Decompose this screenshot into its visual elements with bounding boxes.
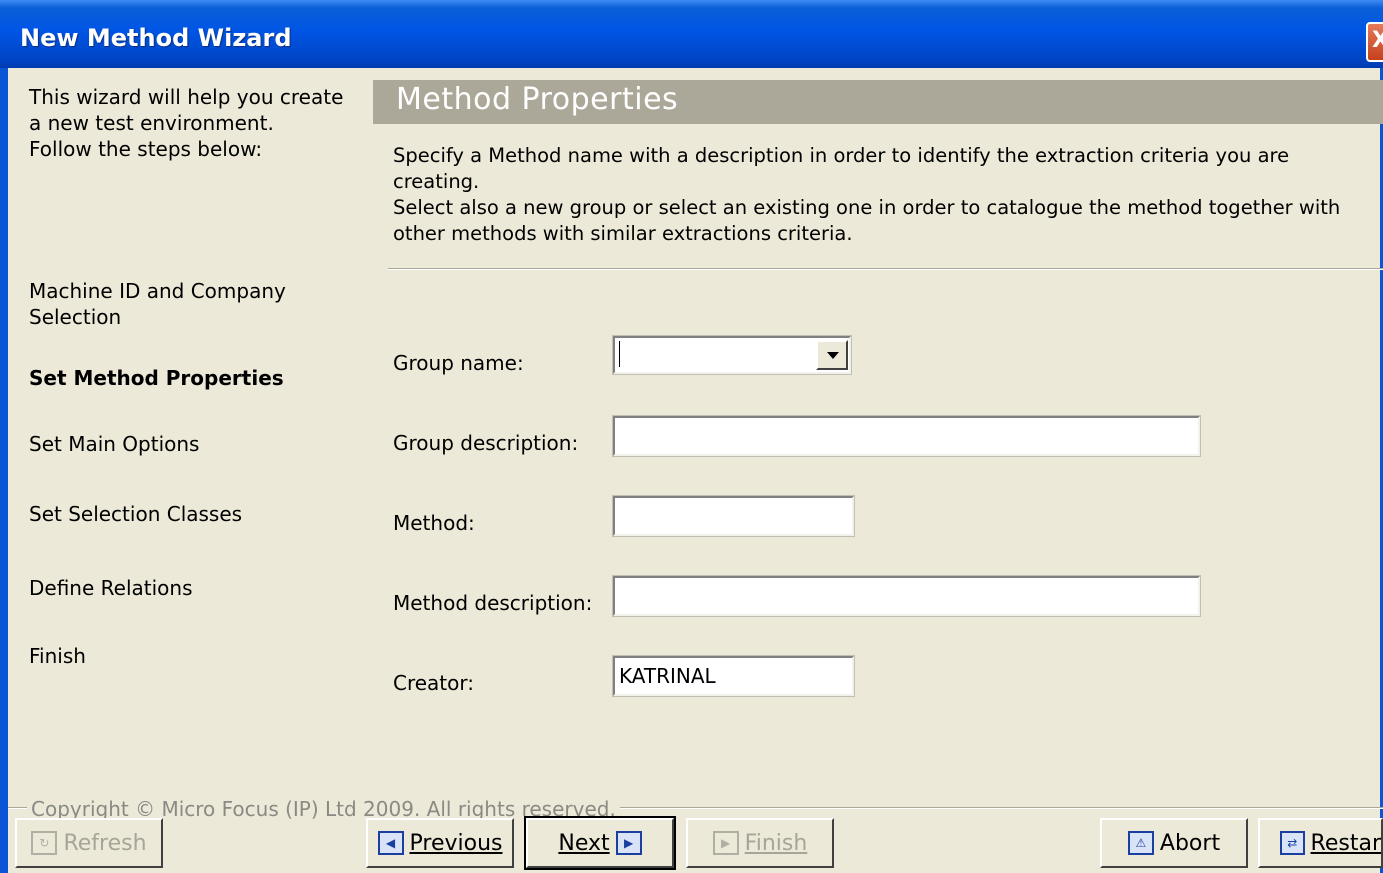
group-name-dropdown-button[interactable] [816, 340, 848, 370]
refresh-button-label: Refresh [63, 830, 147, 856]
refresh-icon: ↻ [31, 831, 58, 855]
method-description-field[interactable] [612, 575, 1201, 617]
abort-warning-icon: ⚠ [1127, 831, 1154, 855]
group-description-field[interactable] [612, 415, 1201, 457]
intro-line: a new test environment. [29, 111, 274, 135]
step-label: Selection [29, 305, 122, 329]
description-line: Specify a Method name with a description… [393, 144, 1290, 193]
finish-button-label: Finish [744, 830, 808, 856]
header-divider [388, 268, 1383, 270]
creator-field[interactable] [612, 655, 855, 697]
wizard-intro: This wizard will help you create a new t… [29, 84, 349, 162]
title-bar[interactable]: New Method Wizard X [0, 0, 1383, 68]
restart-button-label: Restar [1310, 830, 1381, 856]
step-label: Set Selection Classes [29, 502, 243, 526]
restart-icon: ⇄ [1280, 831, 1305, 855]
abort-button-label: Abort [1159, 830, 1221, 856]
step-label: Set Method Properties [29, 366, 284, 390]
step-machine-id: Machine ID and Company Selection [29, 278, 286, 330]
step-label: Machine ID and Company [29, 279, 286, 303]
description-line: other methods with similar extractions c… [393, 222, 853, 245]
previous-button-label: Previous [409, 830, 503, 856]
description-line: Select also a new group or select an exi… [393, 196, 1341, 219]
group-name-label: Group name: [393, 351, 524, 375]
step-set-method-properties: Set Method Properties [29, 365, 284, 391]
finish-icon: ▶ [712, 831, 739, 855]
abort-button[interactable]: ⚠ Abort [1100, 818, 1248, 868]
close-icon: X [1372, 28, 1383, 53]
next-arrow-icon: ▶ [615, 831, 642, 855]
next-button-label: Next [558, 830, 610, 856]
method-field[interactable] [612, 495, 855, 537]
text-caret [619, 341, 620, 367]
next-button[interactable]: Next ▶ [524, 816, 676, 870]
page-description: Specify a Method name with a description… [393, 143, 1373, 247]
method-description-label: Method description: [393, 591, 593, 615]
window-frame-left [0, 68, 8, 873]
creator-label: Creator: [393, 671, 474, 695]
previous-button[interactable]: ◀ Previous [366, 818, 514, 868]
intro-line: This wizard will help you create [29, 85, 344, 109]
restart-button[interactable]: ⇄ Restar [1258, 818, 1383, 868]
step-label: Set Main Options [29, 432, 200, 456]
step-finish: Finish [29, 643, 86, 669]
close-button[interactable]: X [1366, 22, 1383, 62]
window-title: New Method Wizard [20, 24, 292, 52]
page-header-banner: Method Properties [373, 80, 1383, 124]
method-label: Method: [393, 511, 475, 535]
refresh-button[interactable]: ↻ Refresh [15, 818, 163, 868]
intro-line: Follow the steps below: [29, 137, 263, 161]
step-set-main-options: Set Main Options [29, 431, 199, 457]
chevron-down-icon [827, 352, 839, 359]
previous-arrow-icon: ◀ [377, 831, 404, 855]
step-define-relations: Define Relations [29, 575, 193, 601]
step-label: Finish [29, 644, 86, 668]
finish-button[interactable]: ▶ Finish [686, 818, 834, 868]
step-set-selection-classes: Set Selection Classes [29, 501, 242, 527]
page-title: Method Properties [396, 82, 679, 117]
step-label: Define Relations [29, 576, 193, 600]
group-description-label: Group description: [393, 431, 579, 455]
